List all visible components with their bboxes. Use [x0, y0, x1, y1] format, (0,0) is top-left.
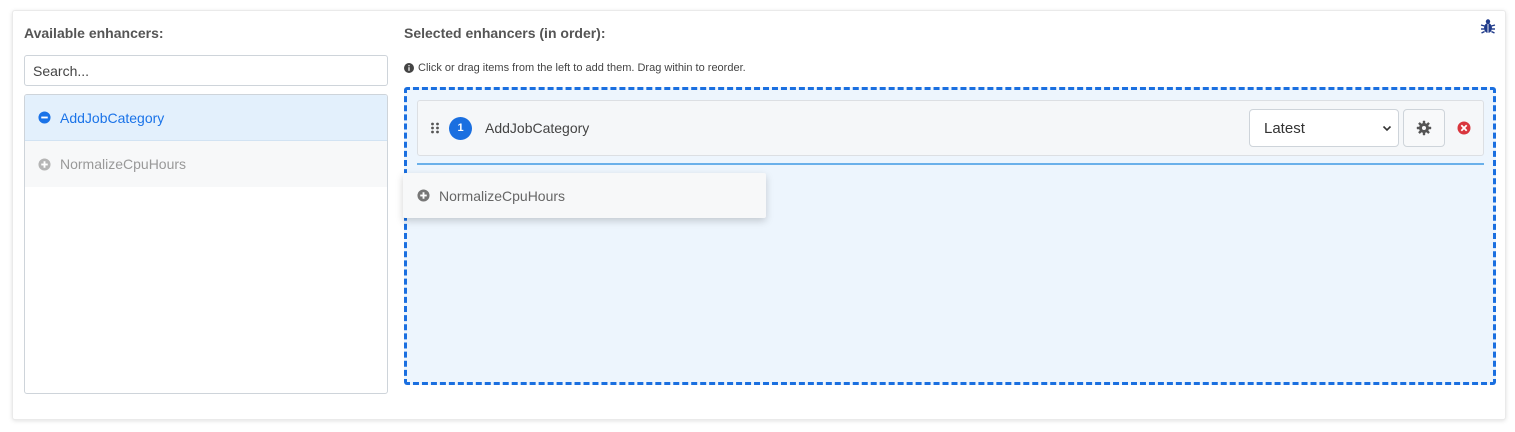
plus-circle-icon — [38, 157, 51, 171]
drop-indicator — [417, 163, 1484, 165]
available-item-label: AddJobCategory — [60, 109, 165, 126]
settings-button[interactable] — [1403, 109, 1445, 147]
selected-item-addjobcategory[interactable]: 1 AddJobCategory Latest — [417, 100, 1484, 156]
plus-circle-icon — [417, 189, 430, 202]
minus-circle-icon — [38, 111, 51, 124]
chevron-down-icon — [1382, 125, 1392, 132]
info-circle-icon — [404, 63, 414, 73]
available-heading: Available enhancers: — [24, 25, 164, 41]
drag-ghost-item[interactable]: NormalizeCpuHours — [403, 173, 766, 218]
search-input[interactable] — [24, 55, 388, 86]
hint-text: Click or drag items from the left to add… — [404, 62, 746, 74]
available-item-label: NormalizeCpuHours — [60, 156, 187, 172]
hint-label: Click or drag items from the left to add… — [418, 62, 746, 74]
available-item-normalizecpuhours[interactable]: NormalizeCpuHours — [25, 141, 387, 187]
drag-handle-icon[interactable] — [430, 122, 440, 134]
available-list: AddJobCategory NormalizeCpuHours — [24, 94, 388, 394]
close-circle-icon[interactable] — [1456, 120, 1472, 136]
order-badge: 1 — [449, 116, 472, 140]
available-item-addjobcategory[interactable]: AddJobCategory — [25, 95, 387, 141]
selected-item-label: AddJobCategory — [485, 120, 590, 136]
bug-icon[interactable] — [1480, 18, 1496, 34]
gear-icon — [1416, 120, 1432, 136]
selected-heading: Selected enhancers (in order): — [404, 25, 606, 41]
drag-ghost-label: NormalizeCpuHours — [439, 187, 566, 204]
version-select[interactable]: Latest — [1249, 109, 1399, 147]
selected-dropzone[interactable]: 1 AddJobCategory Latest — [404, 87, 1496, 385]
version-select-value: Latest — [1264, 119, 1305, 137]
